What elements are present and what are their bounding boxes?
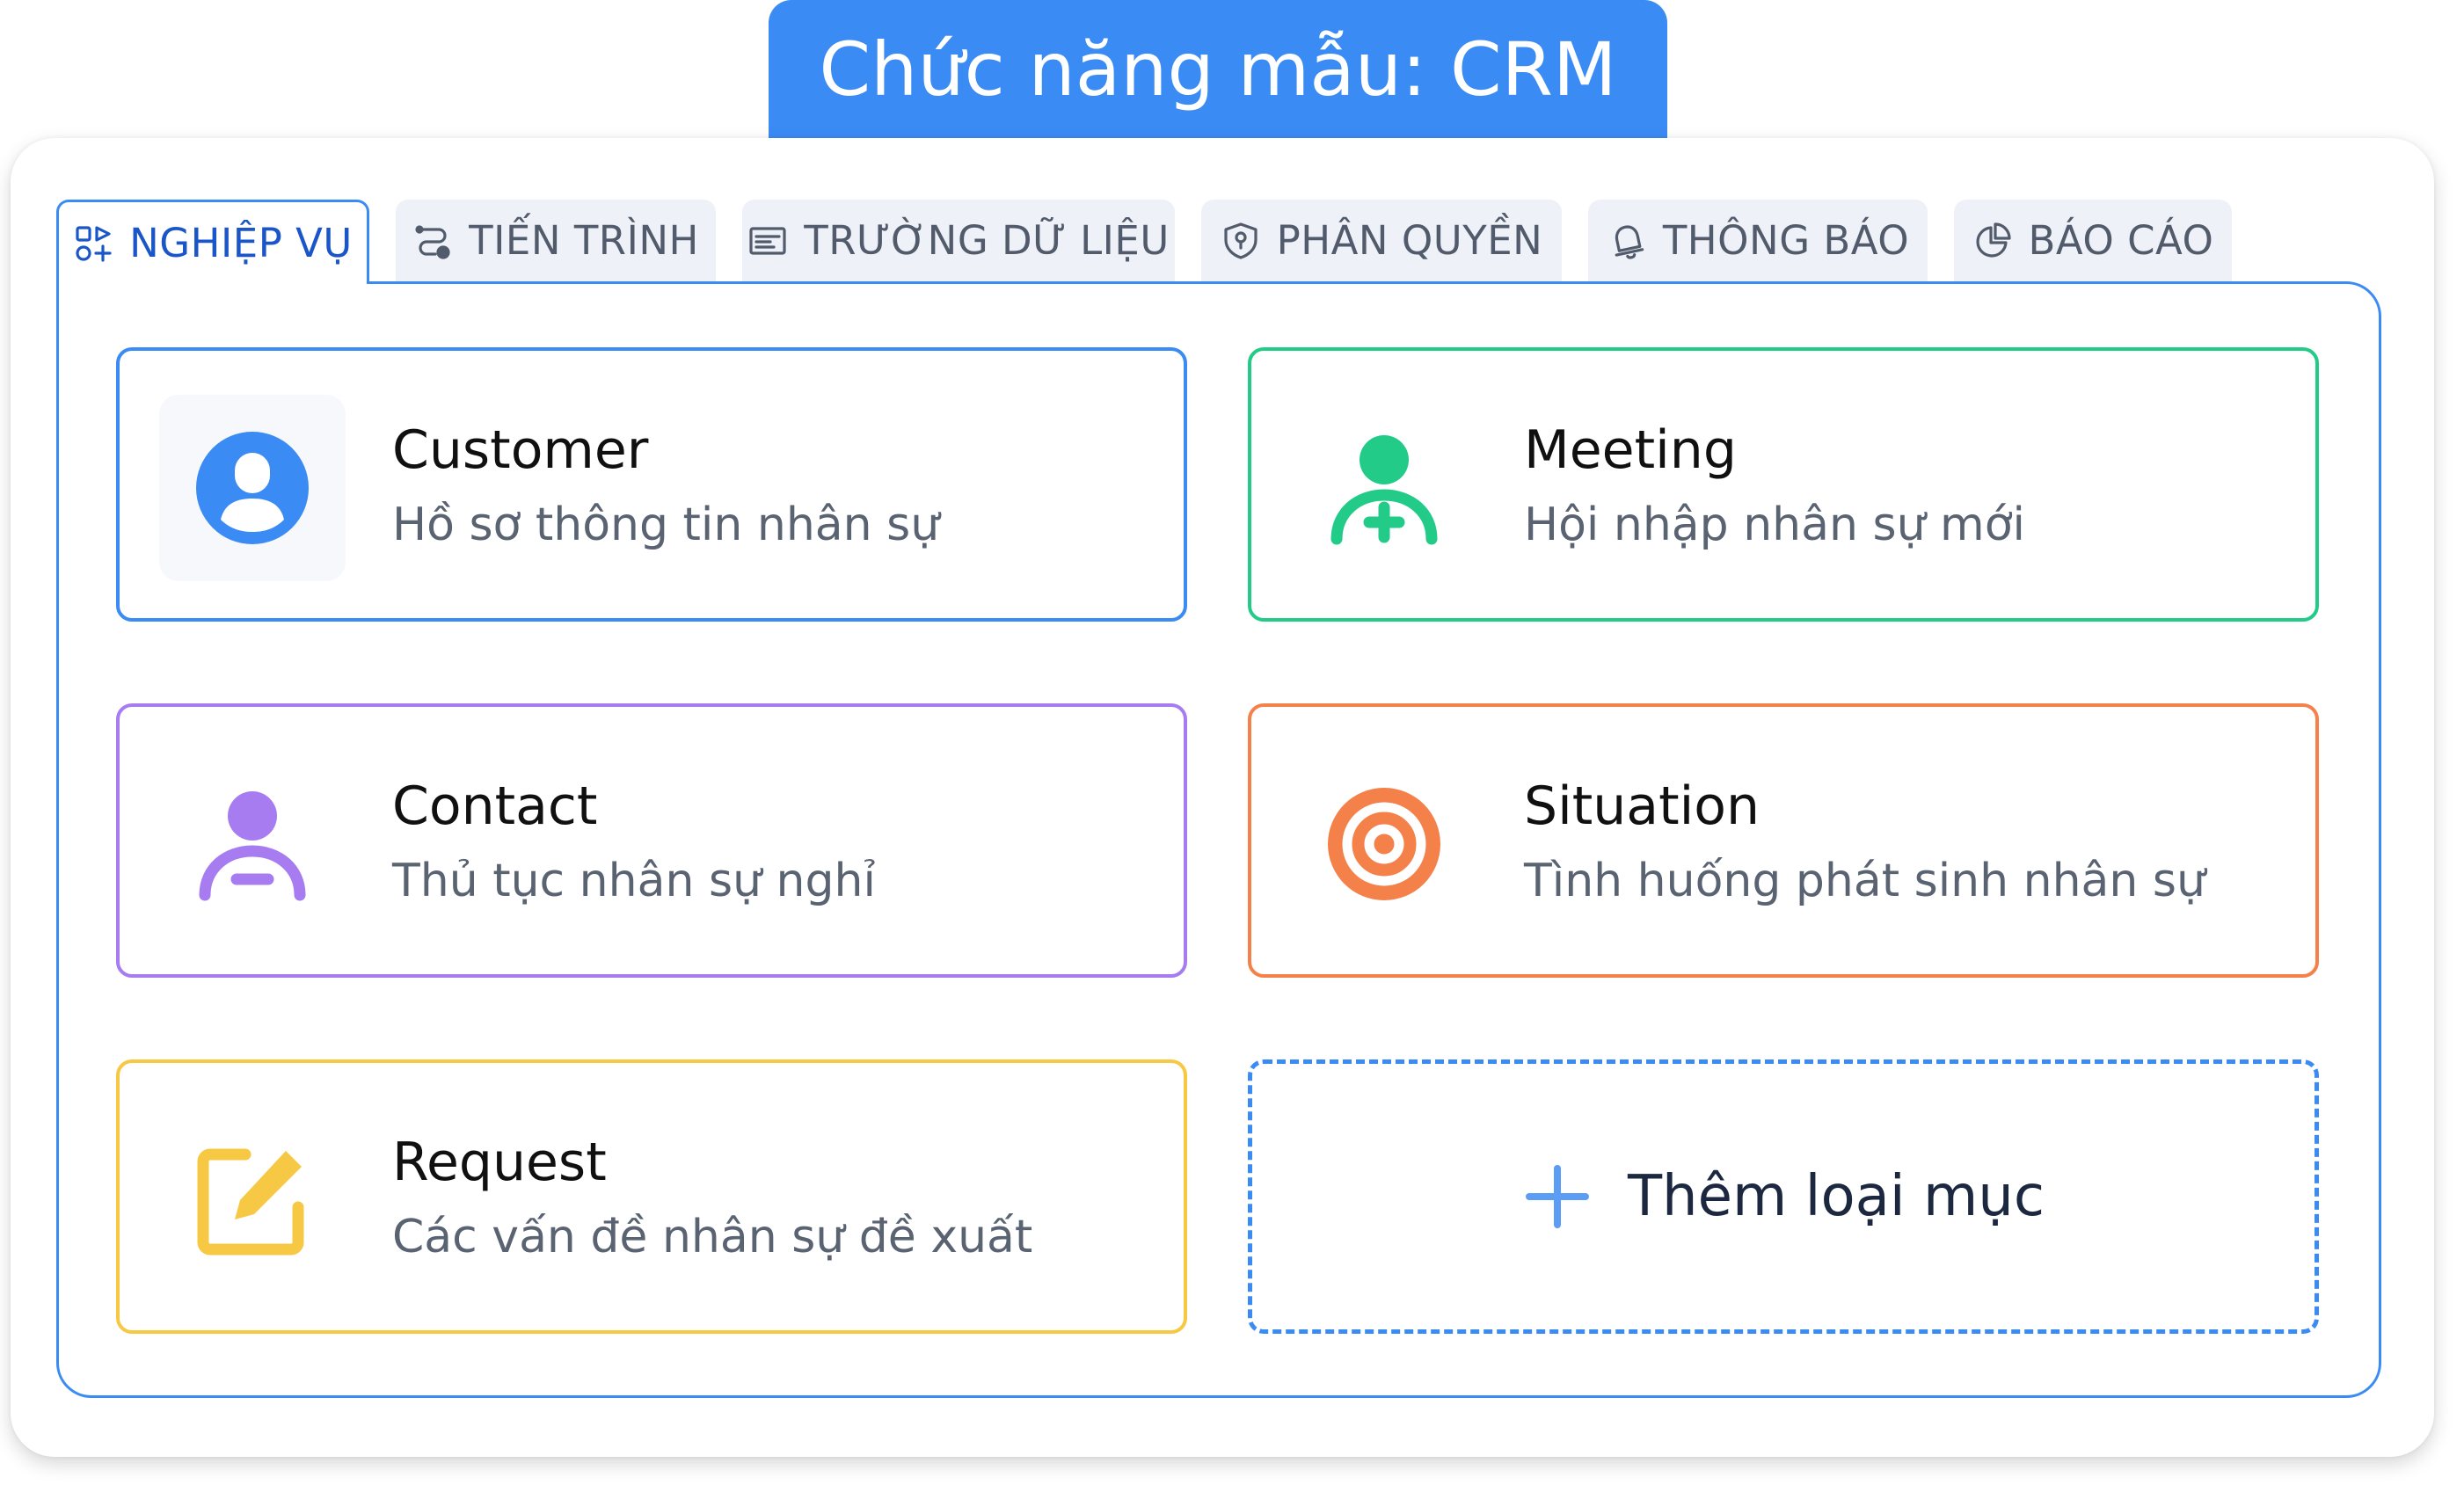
shield-icon	[1224, 222, 1258, 259]
card-description: Các vấn đề nhân sự đề xuất	[392, 1211, 1033, 1263]
user-circle-icon	[196, 432, 309, 544]
bell-icon	[1615, 224, 1644, 259]
card-title: Request	[392, 1132, 607, 1193]
card-icon-bg	[1291, 751, 1477, 937]
plus-icon	[1525, 1165, 1589, 1228]
card-description: Tình huống phát sinh nhân sự	[1524, 855, 2205, 907]
card-meeting[interactable]: Meeting Hội nhập nhân sự mới	[1248, 347, 2319, 622]
card-title: Customer	[392, 419, 649, 481]
card-icon-bg	[159, 1107, 346, 1293]
card-icon-bg	[159, 751, 346, 937]
tab-nghiep-vu[interactable]: NGHIỆP VỤ	[56, 200, 369, 284]
card-description: Thủ tục nhân sự nghỉ	[392, 855, 876, 907]
form-field-icon	[749, 226, 786, 255]
user-add-icon	[1330, 435, 1438, 545]
add-category-button[interactable]: Thêm loại mục	[1248, 1059, 2319, 1334]
card-description: Hội nhập nhân sự mới	[1524, 499, 2025, 551]
card-title: Meeting	[1524, 419, 1737, 481]
edit-icon	[197, 1148, 304, 1256]
card-request[interactable]: Request Các vấn đề nhân sự đề xuất	[116, 1059, 1187, 1334]
card-title: Contact	[392, 775, 598, 837]
tab-label: BÁO CÁO	[2028, 217, 2214, 264]
card-title: Situation	[1524, 775, 1761, 837]
tab-label: THÔNG BÁO	[1662, 217, 1910, 264]
tab-truong-du-lieu[interactable]: TRƯỜNG DỮ LIỆU	[742, 200, 1175, 281]
user-remove-icon	[199, 791, 306, 901]
add-category-label: Thêm loại mục	[1627, 1164, 2045, 1229]
tab-label: TIẾN TRÌNH	[469, 217, 699, 264]
card-contact[interactable]: Contact Thủ tục nhân sự nghỉ	[116, 703, 1187, 978]
card-customer[interactable]: Customer Hồ sơ thông tin nhân sự	[116, 347, 1187, 622]
card-situation[interactable]: Situation Tình huống phát sinh nhân sự	[1248, 703, 2319, 978]
target-icon	[1328, 788, 1440, 900]
tab-label: TRƯỜNG DỮ LIỆU	[804, 217, 1170, 264]
tab-label: PHÂN QUYỀN	[1276, 217, 1543, 264]
tab-label: NGHIỆP VỤ	[129, 220, 353, 266]
tab-thong-bao[interactable]: THÔNG BÁO	[1588, 200, 1928, 281]
tab-tien-trinh[interactable]: TIẾN TRÌNH	[396, 200, 716, 281]
card-icon-bg	[1291, 395, 1477, 581]
workflow-icon	[415, 224, 450, 259]
page-title: Chức năng mẫu: CRM	[769, 0, 1667, 138]
tab-phan-quyen[interactable]: PHÂN QUYỀN	[1201, 200, 1562, 281]
card-icon-bg	[159, 395, 346, 581]
pie-chart-icon	[1975, 222, 2011, 258]
tab-bao-cao[interactable]: BÁO CÁO	[1954, 200, 2232, 281]
grid-plus-icon	[76, 225, 112, 262]
card-description: Hồ sơ thông tin nhân sự	[392, 499, 940, 551]
